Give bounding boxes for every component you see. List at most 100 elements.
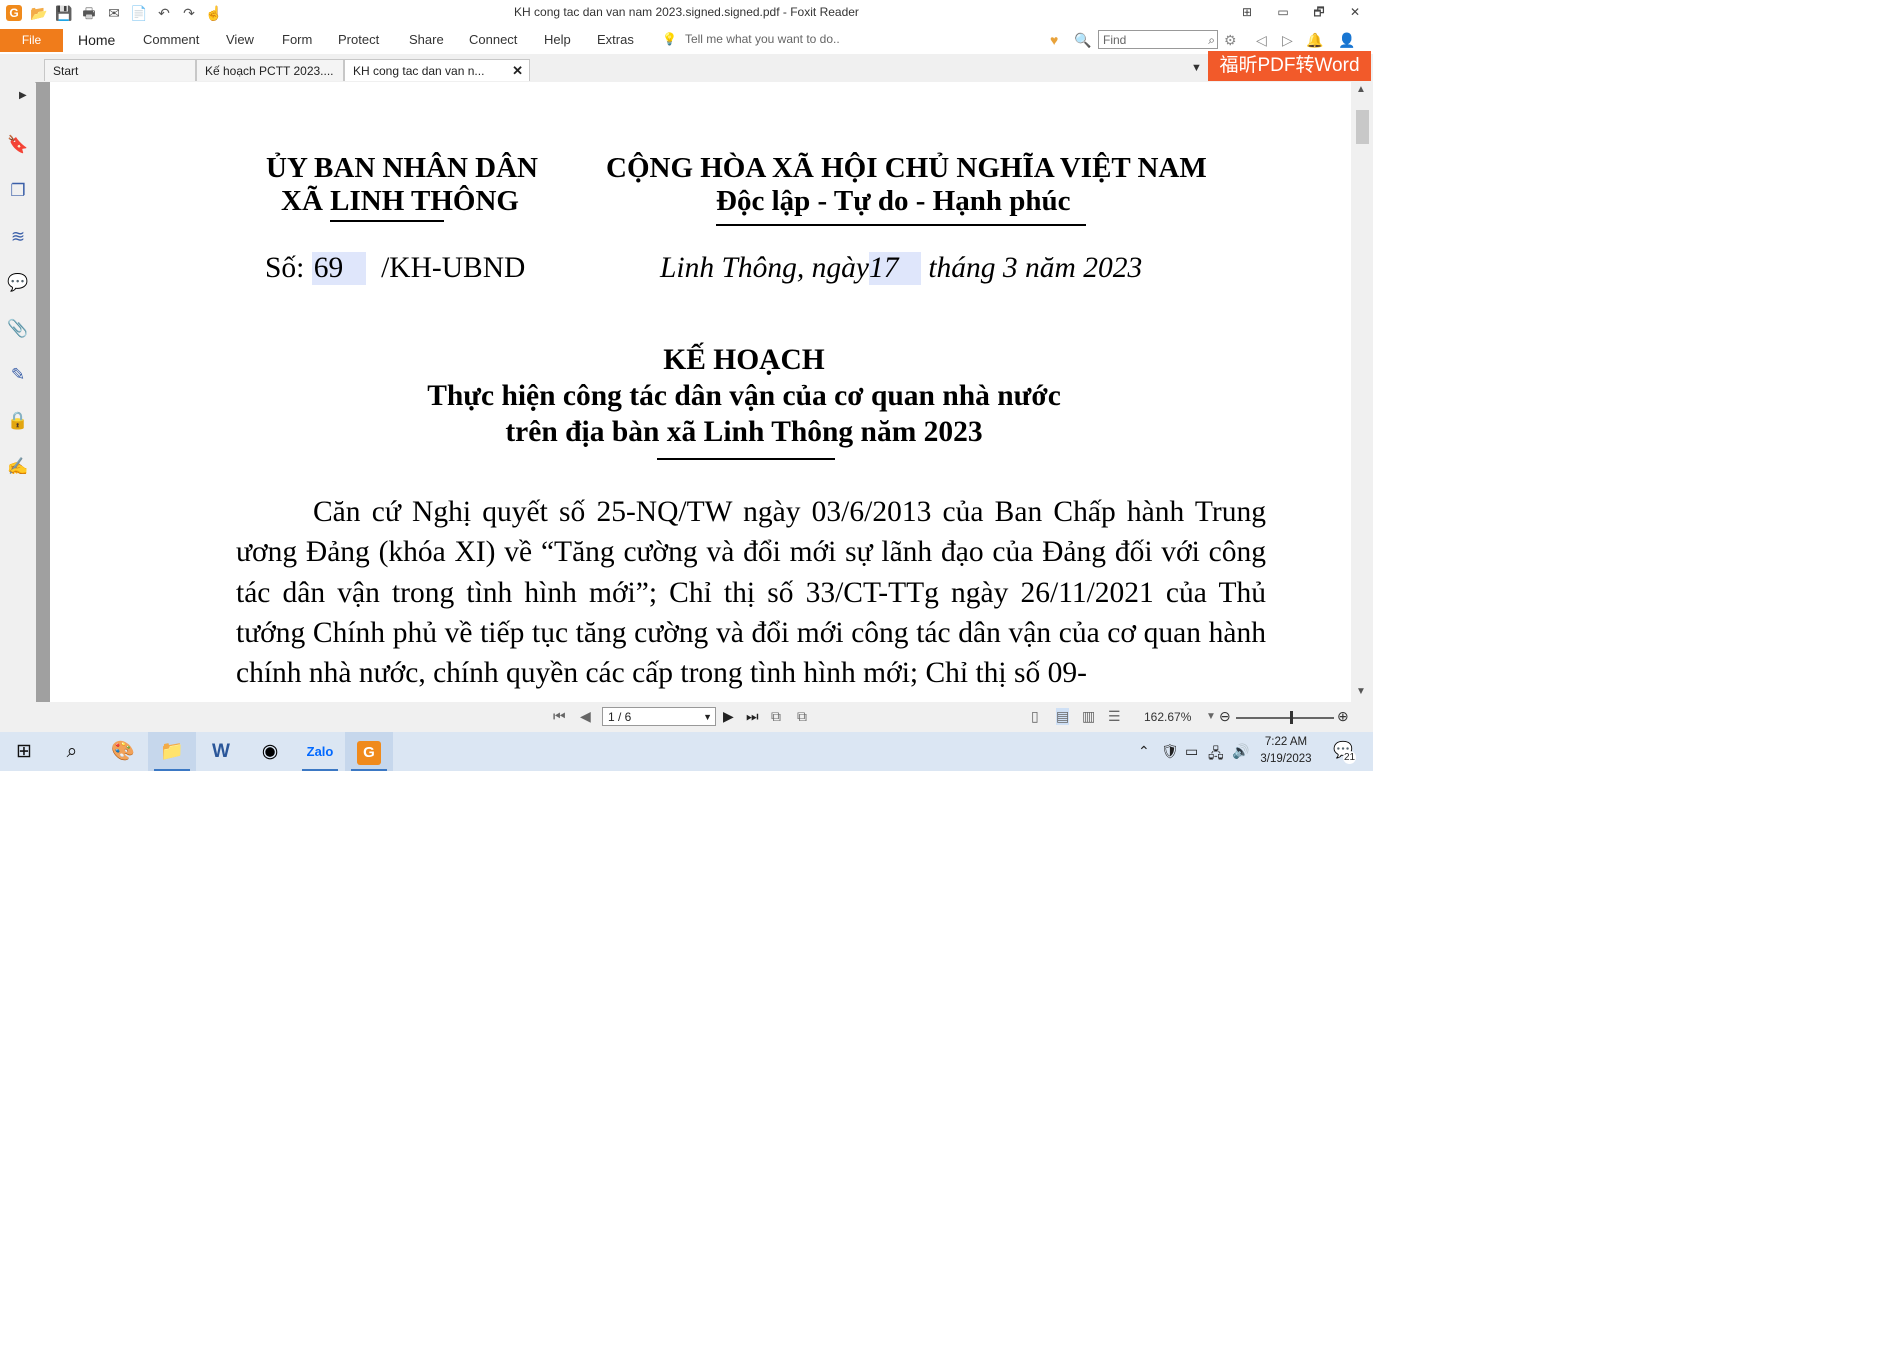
first-page-icon[interactable]: ⏮: [553, 708, 566, 725]
document-date: Linh Thông, ngày17 tháng 3 năm 2023: [660, 252, 1143, 285]
facing-pages-icon[interactable]: ▥: [1082, 708, 1095, 725]
tab-view[interactable]: View: [226, 32, 254, 47]
left-navigation-panel: ▶ 🔖 ❐ ≋ 💬 📎 ✎ 🔒 ✍: [0, 82, 35, 702]
clock[interactable]: 7:22 AM 3/19/2023: [1256, 734, 1316, 768]
scrollbar-thumb[interactable]: [1356, 110, 1369, 144]
next-view-page-icon[interactable]: ⧉: [797, 708, 807, 725]
tab-protect[interactable]: Protect: [338, 32, 379, 47]
page-dropdown-icon[interactable]: ▼: [703, 708, 712, 727]
foxit-reader-window: G 📂 💾 🖶 ✉ 📄 ↶ ↷ ☝ KH cong tac dan van na…: [0, 0, 1373, 771]
vertical-scrollbar[interactable]: ▲ ▼: [1351, 82, 1373, 702]
zoom-slider-handle[interactable]: [1290, 711, 1293, 724]
nation-line1: CỘNG HÒA XÃ HỘI CHỦ NGHĨA VIỆT NAM: [606, 152, 1207, 184]
window-controls: ⊞ ▭ 🗗 ✕: [1229, 0, 1373, 26]
network-icon[interactable]: 🖧: [1208, 743, 1224, 767]
title-bar: G 📂 💾 🖶 ✉ 📄 ↶ ↷ ☝ KH cong tac dan van na…: [0, 0, 1373, 26]
pages-thumbnail-icon[interactable]: ❐: [7, 180, 29, 202]
tab-kh-cong-tac-dan-van[interactable]: KH cong tac dan van n... ✕: [344, 59, 530, 81]
zoom-out-icon[interactable]: ⊖: [1219, 708, 1231, 725]
minimize-button[interactable]: ▭: [1265, 0, 1301, 26]
tab-home[interactable]: Home: [78, 32, 115, 48]
paint-app-icon[interactable]: 🎨: [99, 732, 147, 771]
zoom-slider[interactable]: [1236, 717, 1334, 719]
zoom-in-icon[interactable]: ⊕: [1337, 708, 1349, 725]
document-body-paragraph: Căn cứ Nghị quyết số 25-NQ/TW ngày 03/6/…: [236, 496, 1266, 690]
document-subtitle-line1: Thực hiện công tác dân vận của cơ quan n…: [427, 380, 1061, 412]
scroll-down-icon[interactable]: ▼: [1356, 686, 1366, 697]
document-heading: KẾ HOẠCH: [663, 344, 825, 376]
document-view[interactable]: ỦY BAN NHÂN DÂN XÃ LINH THÔNG CỘNG HÒA X…: [50, 82, 1351, 702]
continuous-facing-icon[interactable]: ☰: [1108, 708, 1121, 725]
signature-icon[interactable]: ✎: [7, 364, 29, 386]
close-button[interactable]: ✕: [1337, 0, 1373, 26]
nation-line2: Độc lập - Tự do - Hạnh phúc: [716, 185, 1071, 217]
single-page-icon[interactable]: ▯: [1031, 708, 1039, 725]
layers-icon[interactable]: ≋: [7, 226, 29, 248]
tab-help[interactable]: Help: [544, 32, 571, 47]
word-app-icon[interactable]: W: [197, 732, 245, 771]
comments-icon[interactable]: 💬: [7, 272, 29, 294]
org-underline: [330, 220, 444, 222]
search-taskbar-icon[interactable]: ⌕: [48, 732, 96, 771]
file-explorer-icon[interactable]: 📁: [148, 732, 196, 771]
security-lock-icon[interactable]: 🔒: [7, 410, 29, 432]
bookmark-icon[interactable]: 🔖: [7, 134, 29, 156]
start-windows-icon[interactable]: ⊞: [0, 732, 48, 771]
tab-start[interactable]: Start: [44, 59, 196, 81]
next-view-icon[interactable]: ▷: [1282, 32, 1293, 49]
org-name-line2: XÃ LINH THÔNG: [281, 185, 519, 217]
panel-splitter[interactable]: [36, 82, 50, 702]
tell-me-box[interactable]: 💡 Tell me what you want to do..: [662, 32, 840, 46]
bell-icon[interactable]: 🔔: [1306, 32, 1323, 49]
tab-share[interactable]: Share: [409, 32, 444, 47]
layout-grid-icon[interactable]: ⊞: [1229, 0, 1265, 26]
account-icon[interactable]: 👤: [1338, 32, 1355, 49]
attachment-icon[interactable]: 📎: [7, 318, 29, 340]
date-day-field[interactable]: 17: [868, 252, 921, 285]
chrome-app-icon[interactable]: ◉: [246, 732, 294, 771]
show-hidden-icons-icon[interactable]: ⌃: [1138, 743, 1150, 760]
page-number-input[interactable]: 1 / 6 ▼: [602, 707, 716, 726]
next-page-icon[interactable]: ▶: [723, 708, 734, 725]
tab-form[interactable]: Form: [282, 32, 312, 47]
status-bar: ⏮ ◀ 1 / 6 ▼ ▶ ⏭ ⧉ ⧉ ▯ ▤ ▥ ☰ 162.67% ▼ ⊖ …: [0, 702, 1373, 732]
expand-panel-icon[interactable]: ▶: [19, 90, 27, 101]
foxit-taskbar-icon[interactable]: G: [345, 732, 393, 771]
scroll-up-icon[interactable]: ▲: [1356, 84, 1366, 95]
pdf-to-word-promo[interactable]: 福昕PDF转Word: [1208, 51, 1371, 81]
tab-extras[interactable]: Extras: [597, 32, 634, 47]
document-number-field[interactable]: 69: [311, 252, 366, 285]
tab-list-dropdown-icon[interactable]: ▼: [1191, 62, 1202, 74]
nation-underline: [716, 224, 1086, 226]
zoom-dropdown-icon[interactable]: ▼: [1206, 711, 1216, 722]
settings-gear-icon[interactable]: ⚙: [1224, 32, 1237, 49]
tab-connect[interactable]: Connect: [469, 32, 517, 47]
tab-ke-hoach-pctt[interactable]: Kế hoạch PCTT 2023....: [196, 59, 344, 81]
heart-icon[interactable]: ♥: [1050, 32, 1058, 48]
previous-view-icon[interactable]: ⧉: [771, 708, 781, 725]
file-tab[interactable]: File: [0, 29, 63, 52]
continuous-page-icon[interactable]: ▤: [1056, 708, 1070, 725]
window-title: KH cong tac dan van nam 2023.signed.sign…: [514, 5, 859, 19]
clock-time: 7:22 AM: [1264, 736, 1308, 748]
security-tray-icon[interactable]: 🛡: [1161, 743, 1179, 760]
document-number: Số: 69 /KH-UBND: [265, 252, 526, 285]
ribbon-tabs: File Home Comment View Form Protect Shar…: [0, 26, 1373, 54]
close-tab-icon[interactable]: ✕: [512, 60, 523, 81]
zalo-app-icon[interactable]: Zalo: [296, 732, 344, 771]
tab-comment[interactable]: Comment: [143, 32, 199, 47]
search-icon[interactable]: ⌕: [1208, 31, 1215, 50]
digital-sign-icon[interactable]: ✍: [7, 456, 29, 478]
prev-view-icon[interactable]: ◁: [1256, 32, 1267, 49]
last-page-icon[interactable]: ⏭: [746, 708, 759, 725]
title-underline: [657, 458, 835, 460]
find-input[interactable]: Find ⌕: [1098, 30, 1218, 49]
document-subtitle-line2: trên địa bàn xã Linh Thông năm 2023: [505, 416, 983, 448]
prev-page-icon[interactable]: ◀: [580, 708, 591, 725]
battery-icon[interactable]: ▭: [1185, 743, 1198, 760]
restore-button[interactable]: 🗗: [1301, 0, 1337, 26]
search-document-icon[interactable]: 🔍: [1074, 32, 1091, 49]
volume-icon[interactable]: 🔊: [1232, 743, 1249, 760]
action-center-icon[interactable]: 💬 21: [1330, 738, 1356, 764]
zoom-level[interactable]: 162.67%: [1144, 710, 1191, 724]
